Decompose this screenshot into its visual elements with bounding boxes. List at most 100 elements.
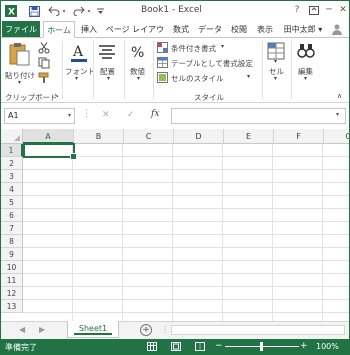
close-button[interactable]: ✕ [335,3,350,17]
font-dropdown-icon[interactable]: ▾ [75,75,78,82]
row-header-8[interactable]: 8 [1,235,23,248]
horizontal-scrollbar[interactable] [171,325,345,335]
number-format-icon[interactable]: % [129,42,149,62]
name-box-dropdown-icon[interactable]: ▾ [68,109,71,123]
undo-icon[interactable] [47,4,61,18]
tab-split-handle-icon[interactable]: ⋮ [161,325,169,334]
format-as-table-icon[interactable] [157,57,169,68]
page-break-preview-icon[interactable] [195,342,205,351]
cancel-edit-button[interactable]: ✕ [102,110,110,120]
row-header-7[interactable]: 7 [1,222,23,235]
row-header-11[interactable]: 11 [1,274,23,287]
paste-icon[interactable] [7,41,33,67]
zoom-in-button[interactable]: + [300,341,308,351]
copy-icon[interactable] [38,57,52,69]
column-header-a[interactable]: A [23,129,74,144]
cells-dropdown-icon[interactable]: ▾ [274,75,277,82]
column-header-f[interactable]: F [274,129,324,144]
select-all-button[interactable] [1,129,23,144]
next-sheet-icon[interactable]: ▶ [39,325,45,334]
row-header-5[interactable]: 5 [1,196,23,209]
cell-styles-dropdown-icon[interactable]: ▾ [247,73,250,80]
column-header-d[interactable]: D [174,129,224,144]
paste-dropdown-icon[interactable]: ▾ [18,79,21,86]
row-header-2[interactable]: 2 [1,157,23,170]
tab-home[interactable]: ホーム [43,21,75,38]
user-account[interactable]: 田中太郎 ▾ [279,21,327,38]
user-avatar-icon[interactable] [329,21,345,38]
insert-function-button[interactable]: fx [151,109,159,119]
tab-file[interactable]: ファイル [2,21,40,38]
tab-view[interactable]: 表示 [253,21,277,38]
active-cell[interactable] [23,143,77,160]
cells-icon[interactable] [267,42,287,62]
row-header-6[interactable]: 6 [1,209,23,222]
format-as-table-button[interactable]: テーブルとして書式設定 [171,58,253,69]
excel-window: X ▾ ▾ Book1 - Excel ? ─ ✕ ファイル ホーム 挿入 ペー… [0,0,350,355]
clipboard-launcher-icon[interactable]: ↘ [54,92,59,99]
new-sheet-button[interactable]: + [140,324,152,336]
conditional-formatting-icon[interactable] [157,42,169,53]
divider [124,41,125,99]
save-icon[interactable] [27,4,41,18]
customize-quick-access-icon[interactable] [96,4,104,18]
expand-formula-bar-icon[interactable]: ▾ [336,111,339,118]
row-header-12[interactable]: 12 [1,287,23,300]
name-box[interactable]: A1 ▾ [4,108,75,124]
ribbon-tabs: ファイル ホーム 挿入 ページ レイアウト 数式 データ 校閲 表示 田中太郎 … [1,21,349,51]
formula-input[interactable] [171,108,346,124]
svg-text:A: A [72,44,84,60]
row-header-4[interactable]: 4 [1,183,23,196]
redo-icon[interactable] [72,4,86,18]
confirm-edit-button[interactable]: ✓ [127,110,135,120]
previous-sheet-icon[interactable]: ◀ [19,325,25,334]
worksheet-grid: ABCDEFG 1 2 3 4 5 6 7 8 9 10 11 12 13 [1,129,349,321]
alignment-dropdown-icon[interactable]: ▾ [107,75,110,82]
column-header-c[interactable]: C [124,129,174,144]
font-icon[interactable]: A [69,42,89,64]
tab-insert[interactable]: 挿入 [77,21,101,38]
format-painter-icon[interactable] [38,72,52,84]
font-button[interactable]: フォント [65,66,95,77]
conditional-formatting-button[interactable]: 条件付き書式 [171,43,216,54]
sheet-tab-sheet1[interactable]: Sheet1 [67,321,119,338]
row-header-9[interactable]: 9 [1,248,23,261]
row-header-13[interactable]: 13 [1,300,23,313]
collapse-ribbon-icon[interactable]: ∧ [337,92,342,100]
conditional-formatting-dropdown-icon[interactable]: ▾ [221,43,224,50]
tab-data[interactable]: データ [195,21,225,38]
tab-formulas[interactable]: 数式 [169,21,193,38]
zoom-out-button[interactable]: − [215,341,223,351]
formula-bar-grip-icon: ⋮ [82,109,91,119]
divider [62,41,63,99]
undo-dropdown-icon[interactable]: ▾ [61,4,67,18]
column-header-g[interactable]: G [324,129,349,144]
editing-dropdown-icon[interactable]: ▾ [304,75,307,82]
zoom-level[interactable]: 100% [316,342,339,351]
cell-styles-icon[interactable] [157,72,169,83]
svg-text:%: % [131,45,144,61]
cell-area[interactable] [23,144,349,321]
row-header-10[interactable]: 10 [1,261,23,274]
divider [262,41,263,99]
ribbon: 貼り付け ▾ クリップボード ↘ A フォント ▾ 配置 ▾ % 数値 ▾ 条件… [1,37,349,103]
redo-dropdown-icon[interactable]: ▾ [86,4,92,18]
row-header-3[interactable]: 3 [1,170,23,183]
column-header-b[interactable]: B [74,129,124,144]
status-bar: 準備完了 − + 100% [1,339,349,355]
page-layout-view-icon[interactable] [171,342,181,351]
status-ready: 準備完了 [5,343,37,352]
alignment-icon[interactable] [98,43,118,63]
normal-view-icon[interactable] [147,342,157,351]
row-header-1[interactable]: 1 [1,144,23,157]
ribbon-display-options-icon[interactable] [306,3,322,17]
help-button[interactable]: ? [289,3,305,17]
cut-icon[interactable] [38,42,52,54]
column-header-e[interactable]: E [224,129,274,144]
tab-page-layout[interactable]: ページ レイアウト [103,21,167,51]
tab-review[interactable]: 校閲 [227,21,251,38]
editing-icon[interactable] [297,42,317,62]
number-dropdown-icon[interactable]: ▾ [137,75,140,82]
cell-styles-button[interactable]: セルのスタイル [171,73,224,84]
zoom-slider-thumb[interactable] [260,342,263,351]
